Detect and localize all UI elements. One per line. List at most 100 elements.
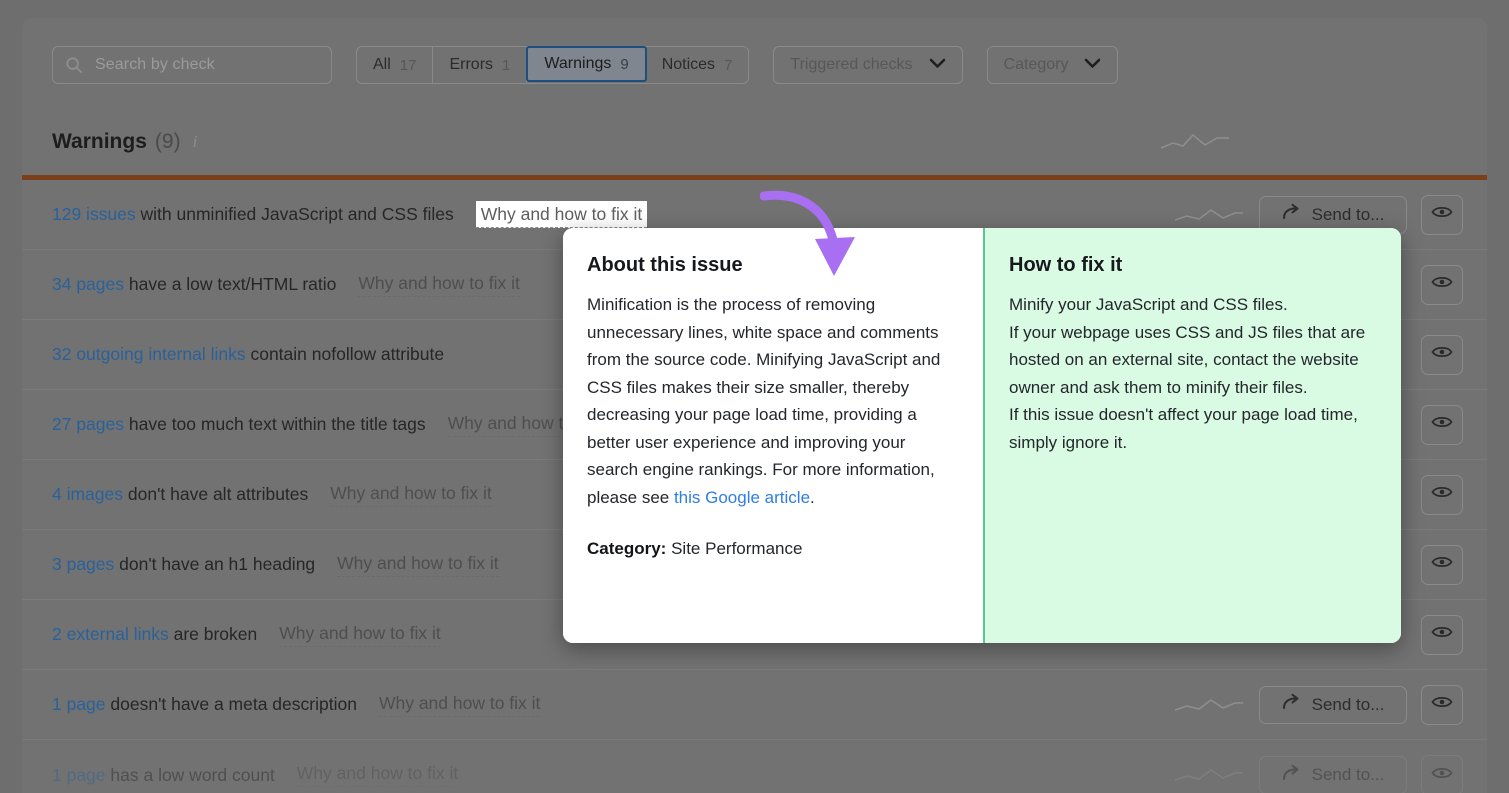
tab-errors[interactable]: Errors 1 [433,47,527,83]
issue-title: 1 page has a low word count [52,765,275,786]
issue-title: 3 pages don't have an h1 heading [52,554,315,575]
tab-errors-count: 1 [502,57,510,74]
how-to-fix-it-panel: How to fix it Minify your JavaScript and… [983,228,1401,643]
page-title: Warnings [52,130,147,154]
eye-icon-button[interactable] [1421,755,1463,793]
row-actions [1421,615,1463,655]
issue-title: 32 outgoing internal links contain nofol… [52,344,444,365]
issue-title: 2 external links are broken [52,624,257,645]
issue-title: 27 pages have too much text within the t… [52,414,426,435]
category-field-value: Site Performance [671,539,802,558]
about-this-issue-body: Minification is the process of removing … [587,291,957,511]
send-to-label: Send to... [1312,695,1385,715]
issue-count-link[interactable]: 2 external links [52,624,169,644]
eye-icon-button[interactable] [1421,685,1463,725]
about-text-after-link: . [810,488,815,507]
eye-icon-button[interactable] [1421,615,1463,655]
issue-count-link[interactable]: 32 outgoing internal links [52,344,246,364]
tab-all-count: 17 [400,57,417,74]
about-this-issue-panel: About this issue Minification is the pro… [563,228,983,643]
eye-icon [1431,624,1453,645]
tab-warnings[interactable]: Warnings 9 [526,46,646,82]
issue-count-link[interactable]: 27 pages [52,414,124,434]
eye-icon-button[interactable] [1421,545,1463,585]
issue-count-link[interactable]: 129 issues [52,204,136,224]
category-dropdown[interactable]: Category [987,46,1119,84]
eye-icon-button[interactable] [1421,265,1463,305]
issue-title: 4 images don't have alt attributes [52,484,308,505]
issue-help-popup: About this issue Minification is the pro… [563,228,1401,643]
tab-all[interactable]: All 17 [357,47,433,83]
row-actions: Send to... [1173,685,1463,725]
issue-count-link[interactable]: 1 page [52,694,106,714]
tab-all-label: All [373,56,391,74]
row-sparkline [1173,694,1245,716]
send-to-label: Send to... [1312,765,1385,785]
row-actions [1421,335,1463,375]
issue-text: don't have an h1 heading [114,554,315,574]
category-field-label: Category: [587,539,666,558]
tab-notices-count: 7 [724,57,732,74]
row-actions: Send to... [1173,755,1463,793]
issue-text: has a low word count [106,765,275,785]
issue-title: 129 issues with unminified JavaScript an… [52,204,454,225]
issue-text: have a low text/HTML ratio [124,274,336,294]
send-to-button[interactable]: Send to... [1259,686,1407,724]
how-to-fix-it-body: Minify your JavaScript and CSS files. If… [1009,291,1377,456]
eye-icon [1431,204,1453,225]
info-icon[interactable]: i [193,132,198,152]
issue-text: doesn't have a meta description [106,694,357,714]
why-and-how-to-fix-it-link[interactable]: Why and how to fix it [358,273,519,297]
issue-type-tabs: All 17 Errors 1 Warnings 9 Notices 7 [356,46,749,84]
issue-text: are broken [169,624,258,644]
eye-icon [1431,694,1453,715]
tab-warnings-label: Warnings [544,55,611,73]
issue-text: have too much text within the title tags [124,414,426,434]
share-arrow-icon [1282,693,1302,716]
why-and-how-to-fix-it-link[interactable]: Why and how to fix it [279,623,440,647]
eye-icon [1431,274,1453,295]
issue-title: 34 pages have a low text/HTML ratio [52,274,336,295]
how-to-fix-it-title: How to fix it [1009,254,1377,277]
search-icon [65,56,83,74]
chevron-down-icon [1084,56,1101,74]
why-and-how-to-fix-it-link[interactable]: Why and how to fix it [379,693,540,717]
google-article-link[interactable]: this Google article [674,488,810,507]
issue-text: don't have alt attributes [123,484,308,504]
category-label: Category [1004,56,1069,74]
triggered-checks-label: Triggered checks [790,56,912,74]
why-and-how-to-fix-it-link[interactable]: Why and how to fix it [476,201,647,228]
tab-notices[interactable]: Notices 7 [646,47,749,83]
issue-count-link[interactable]: 34 pages [52,274,124,294]
why-and-how-to-fix-it-link[interactable]: Why and how to fix it [330,483,491,507]
about-text-before-link: Minification is the process of removing … [587,295,940,507]
eye-icon-button[interactable] [1421,195,1463,235]
issue-count-link[interactable]: 1 page [52,765,106,785]
issue-title: 1 page doesn't have a meta description [52,694,357,715]
tab-notices-label: Notices [662,56,715,74]
table-row[interactable]: 1 page has a low word count Why and how … [22,740,1487,793]
send-to-button[interactable]: Send to... [1259,756,1407,793]
eye-icon [1431,484,1453,505]
search-input[interactable]: Search by check [52,46,332,84]
why-and-how-to-fix-it-link[interactable]: Why and how to fix it [297,763,458,787]
eye-icon [1431,554,1453,575]
tab-errors-label: Errors [449,56,493,74]
search-placeholder: Search by check [95,56,215,74]
section-count: (9) [155,130,181,154]
why-and-how-to-fix-it-link[interactable]: Why and how to fix it [337,553,498,577]
issue-count-link[interactable]: 3 pages [52,554,114,574]
row-actions [1421,405,1463,445]
issue-text: contain nofollow attribute [246,344,444,364]
eye-icon-button[interactable] [1421,405,1463,445]
share-arrow-icon [1282,203,1302,226]
triggered-checks-dropdown[interactable]: Triggered checks [773,46,962,84]
send-to-label: Send to... [1312,205,1385,225]
table-row[interactable]: 1 page doesn't have a meta description W… [22,670,1487,740]
eye-icon [1431,414,1453,435]
eye-icon-button[interactable] [1421,335,1463,375]
filters-toolbar: Search by check All 17 Errors 1 Warnings… [52,46,1118,84]
issue-count-link[interactable]: 4 images [52,484,123,504]
eye-icon-button[interactable] [1421,475,1463,515]
share-arrow-icon [1282,764,1302,787]
